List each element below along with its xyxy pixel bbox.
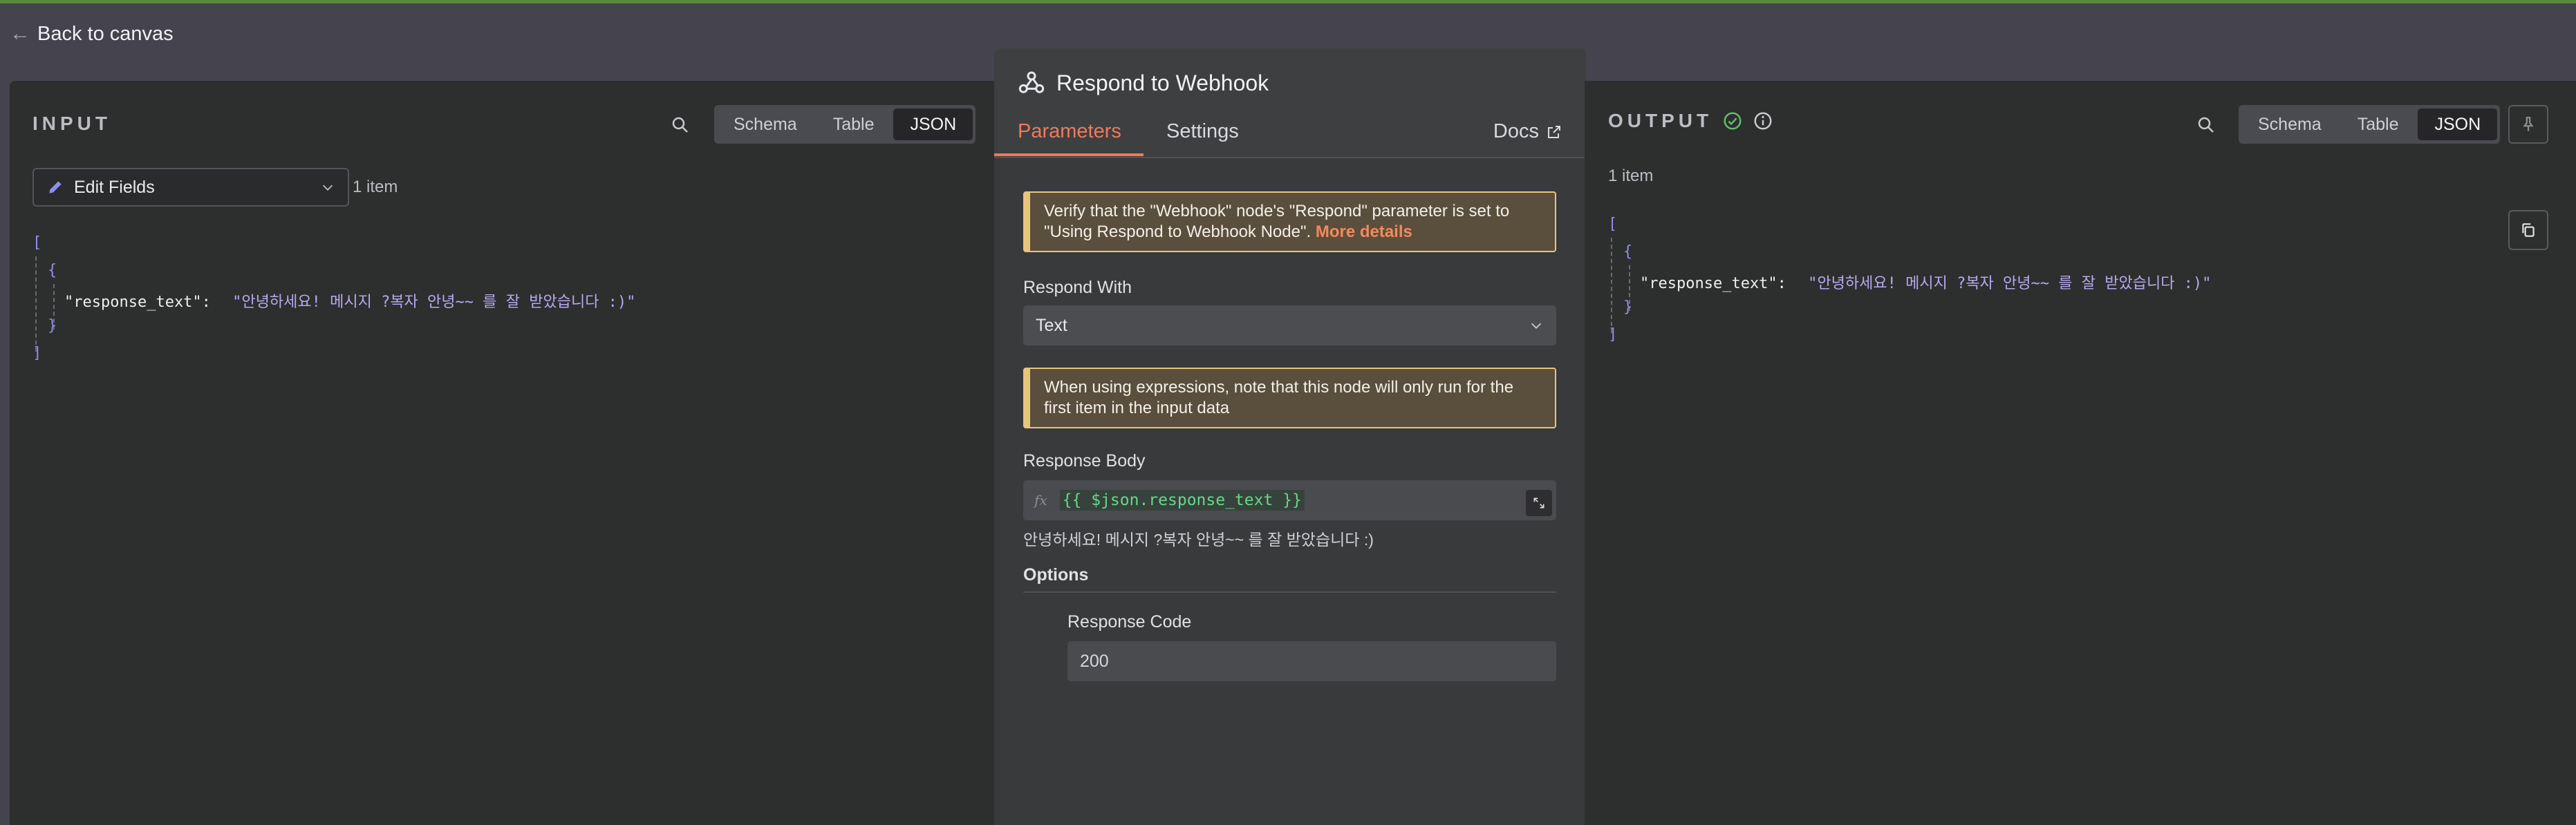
input-json-view: [ { "response_text": "안녕하세요! 메시지 ?복자 안녕~…	[32, 234, 724, 455]
options-divider	[1023, 591, 1556, 593]
docs-label: Docs	[1493, 120, 1539, 142]
json-key: "response_text":	[1640, 275, 1786, 292]
copy-icon	[2522, 223, 2535, 237]
json-close-bracket: ]	[1608, 326, 1618, 343]
input-source-node-select[interactable]: Edit Fields	[32, 168, 349, 207]
external-link-icon	[1548, 125, 1560, 138]
webhook-respond-notice: Verify that the "Webhook" node's "Respon…	[1023, 191, 1556, 252]
expand-icon	[1533, 497, 1544, 509]
json-value[interactable]: "안녕하세요! 메시지 ?복자 안녕~~ 를 잘 받았습니다 :)"	[1808, 275, 2211, 292]
output-view-switcher: Schema Table JSON	[2239, 105, 2501, 144]
output-item-count: 1 item	[1608, 167, 1654, 185]
json-row: "response_text": "안녕하세요! 메시지 ?복자 안녕~~ 를 …	[64, 290, 635, 312]
node-title-row: Respond to Webhook	[1018, 69, 1269, 97]
pencil-icon	[49, 181, 62, 193]
copy-output-button[interactable]	[2508, 210, 2548, 250]
node-details-modal: Respond to Webhook Parameters Settings D…	[994, 48, 1586, 825]
json-close-brace: }	[1623, 298, 1633, 316]
notice-text: Verify that the "Webhook" node's "Respon…	[1044, 202, 1510, 241]
input-source-node-label: Edit Fields	[74, 177, 155, 197]
response-body-label: Response Body	[1023, 451, 1146, 471]
output-view-table[interactable]: Table	[2341, 108, 2416, 140]
input-view-json[interactable]: JSON	[893, 108, 973, 140]
json-close-brace: }	[48, 317, 57, 334]
info-icon[interactable]	[1753, 111, 1773, 131]
output-panel: OUTPUT Schema Table JSON 1 item [{"res…	[1585, 81, 2576, 825]
json-key: "response_text":	[64, 294, 211, 311]
output-view-schema[interactable]: Schema	[2241, 108, 2338, 140]
input-view-switcher: Schema Table JSON	[714, 105, 976, 144]
response-code-value: 200	[1080, 651, 1109, 671]
output-title-row: OUTPUT	[1608, 110, 1773, 132]
output-view-json[interactable]: JSON	[2418, 108, 2498, 140]
respond-with-label: Respond With	[1023, 278, 1132, 297]
tab-settings[interactable]: Settings	[1166, 120, 1239, 143]
json-open-brace: {	[1623, 243, 1633, 260]
fx-icon: fx	[1034, 492, 1047, 509]
response-code-input[interactable]: 200	[1067, 641, 1556, 681]
search-icon[interactable]	[2196, 115, 2216, 135]
node-header: Respond to Webhook Parameters Settings D…	[994, 48, 1586, 158]
node-title: Respond to Webhook	[1056, 70, 1269, 95]
json-value[interactable]: "안녕하세요! 메시지 ?복자 안녕~~ 를 잘 받았습니다 :)"	[232, 294, 635, 311]
json-close-bracket: ]	[32, 345, 42, 362]
response-body-preview: 안녕하세요! 메시지 ?복자 안녕~~ 를 잘 받았습니다 :)	[1023, 531, 1374, 549]
more-details-link[interactable]: More details	[1316, 222, 1412, 241]
notice-text: When using expressions, note that this n…	[1044, 378, 1514, 417]
input-view-schema[interactable]: Schema	[717, 108, 814, 140]
options-heading: Options	[1023, 565, 1089, 585]
back-to-canvas-link[interactable]: ← Back to canvas	[10, 18, 174, 50]
respond-with-value: Text	[1036, 315, 1067, 335]
expressions-notice: When using expressions, note that this n…	[1023, 368, 1556, 428]
json-guide-line	[35, 256, 37, 352]
input-item-count: 1 item	[353, 178, 398, 196]
json-row: "response_text": "안녕하세요! 메시지 ?복자 안녕~~ 를 …	[1640, 271, 2211, 293]
respond-with-select[interactable]: Text	[1023, 305, 1556, 345]
response-body-expression-input[interactable]: fx {{ $json.response_text }}	[1023, 480, 1556, 520]
json-open-bracket: [	[1608, 216, 1618, 233]
json-open-bracket: [	[32, 234, 42, 252]
expand-editor-button[interactable]	[1526, 490, 1552, 516]
webhook-icon	[1018, 71, 1045, 93]
response-body-expression: {{ $json.response_text }}	[1059, 490, 1305, 511]
pin-data-button[interactable]	[2508, 105, 2548, 144]
input-panel: INPUT Schema Table JSON Edit Fields 1 it…	[10, 81, 995, 825]
output-json-view: [ { "response_text": "안녕하세요! 메시지 ?복자 안녕~…	[1608, 216, 2299, 437]
success-check-icon	[1724, 112, 1742, 130]
chevron-down-icon	[1531, 323, 1542, 329]
json-guide-line	[1611, 238, 1612, 333]
active-tab-indicator	[994, 153, 1144, 156]
output-panel-title: OUTPUT	[1608, 110, 1713, 131]
top-accent-line	[0, 0, 2576, 3]
pin-icon	[2523, 117, 2534, 131]
search-icon[interactable]	[670, 115, 691, 135]
arrow-left-icon: ←	[10, 22, 30, 45]
back-to-canvas-label: Back to canvas	[37, 22, 174, 45]
docs-link[interactable]: Docs	[1493, 120, 1562, 143]
tab-parameters[interactable]: Parameters	[1018, 120, 1121, 143]
json-open-brace: {	[48, 262, 57, 279]
response-code-label: Response Code	[1067, 612, 1192, 632]
input-view-table[interactable]: Table	[816, 108, 891, 140]
input-panel-title: INPUT	[32, 113, 111, 134]
chevron-down-icon	[322, 184, 333, 191]
